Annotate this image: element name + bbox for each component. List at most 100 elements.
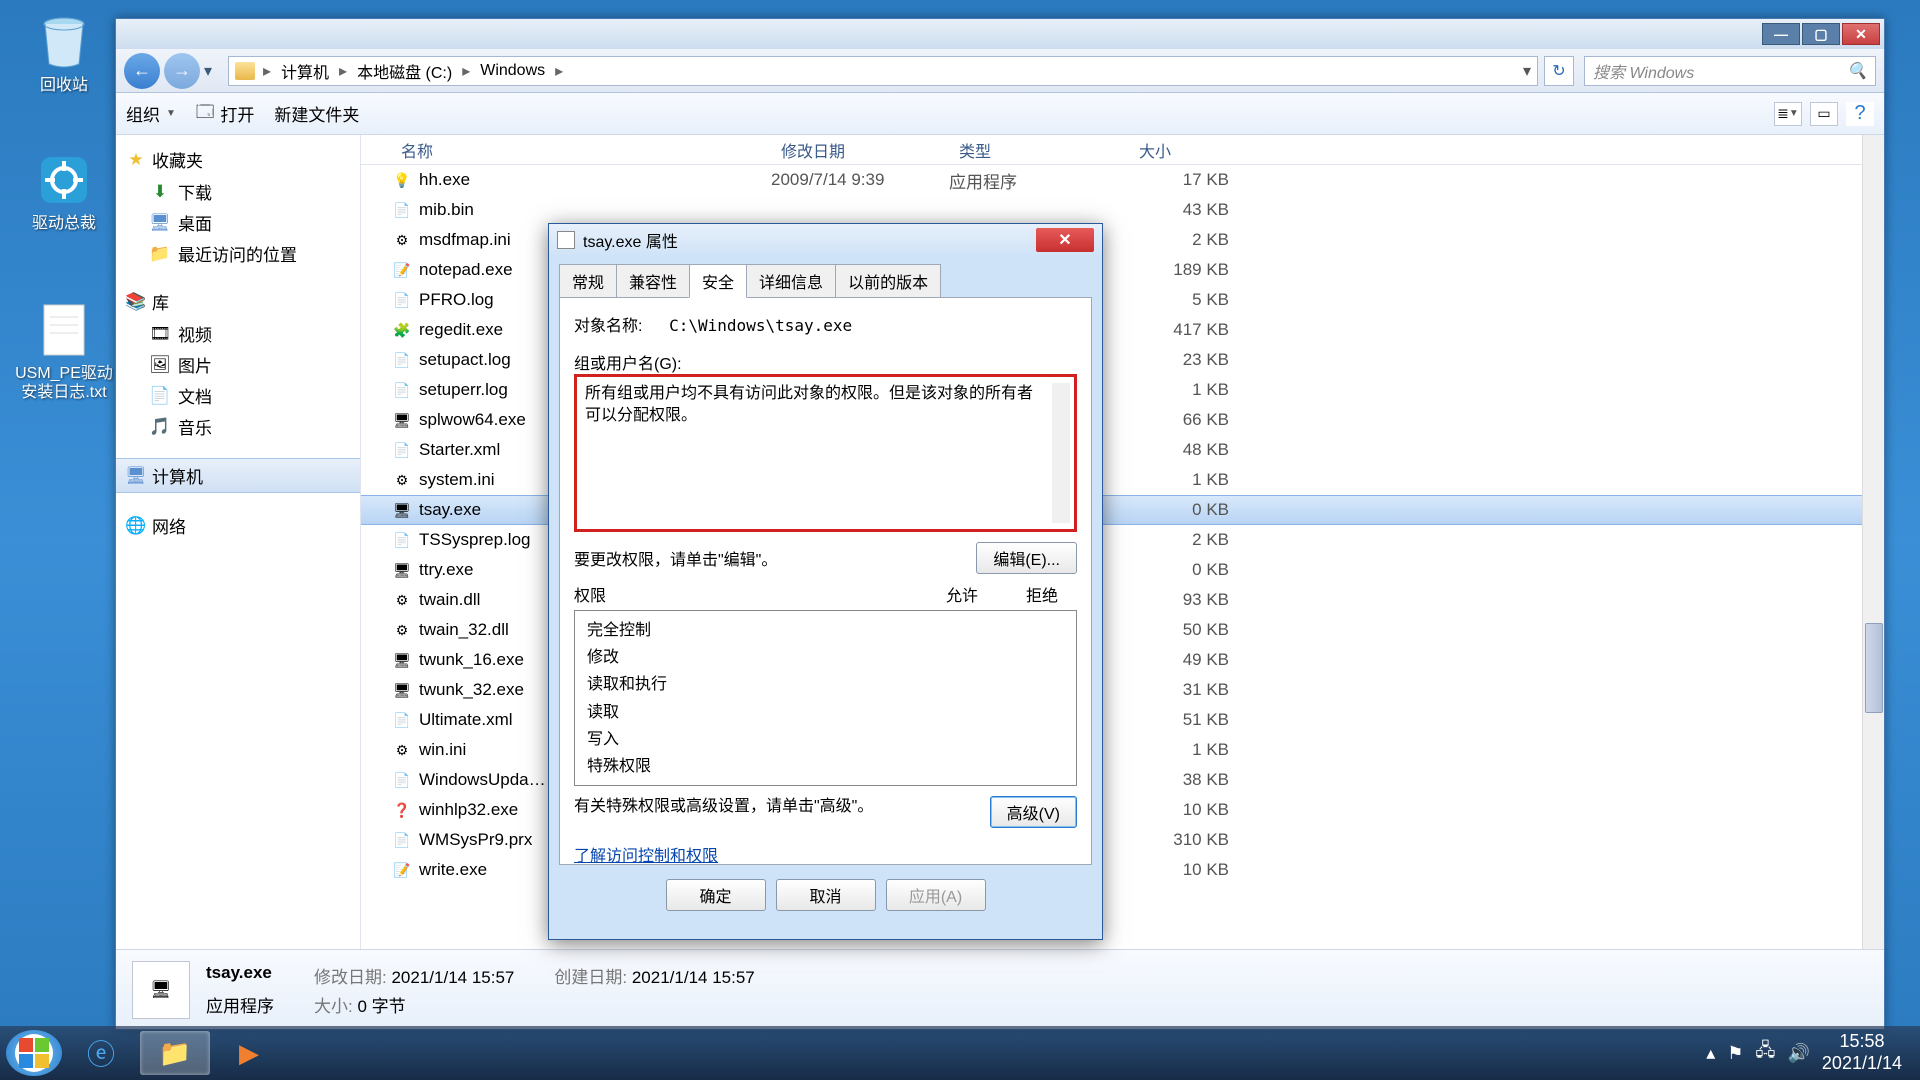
minimize-button[interactable]: — xyxy=(1762,23,1800,45)
sidebar-network[interactable]: 🌐网络 xyxy=(116,509,360,542)
cancel-button[interactable]: 取消 xyxy=(776,879,876,911)
help-button[interactable]: ? xyxy=(1846,102,1874,126)
desktop-icon-driver-app[interactable]: 驱动总裁 xyxy=(14,150,114,233)
file-icon: 📝 xyxy=(391,860,413,880)
file-name: system.ini xyxy=(419,470,495,490)
details-filetype: 应用程序 xyxy=(206,997,274,1016)
file-size: 51 KB xyxy=(1129,710,1229,730)
file-size: 66 KB xyxy=(1129,410,1229,430)
sidebar-item-documents[interactable]: 📄文档 xyxy=(116,380,360,411)
taskbar-item-ie[interactable]: ⓔ xyxy=(66,1031,136,1075)
tray-up-icon[interactable]: ▴ xyxy=(1706,1043,1715,1064)
action-center-icon[interactable]: ⚑ xyxy=(1727,1043,1743,1064)
clock[interactable]: 15:58 2021/1/14 xyxy=(1822,1031,1902,1074)
recycle-bin-icon xyxy=(34,12,94,72)
sidebar-item-videos[interactable]: 🎞视频 xyxy=(116,318,360,349)
file-size: 10 KB xyxy=(1129,800,1229,820)
sidebar-item-music[interactable]: 🎵音乐 xyxy=(116,411,360,442)
volume-icon[interactable]: 🔊 xyxy=(1788,1043,1810,1064)
sidebar-libraries[interactable]: 📚库 xyxy=(116,285,360,318)
file-name: WindowsUpda… xyxy=(419,770,546,790)
group-users-list[interactable]: 所有组或用户均不具有访问此对象的权限。但是该对象的所有者可以分配权限。 xyxy=(574,374,1077,532)
file-name: TSSysprep.log xyxy=(419,530,531,550)
edit-button[interactable]: 编辑(E)... xyxy=(976,542,1077,574)
tab-compat[interactable]: 兼容性 xyxy=(616,264,690,297)
col-date[interactable]: 修改日期 xyxy=(771,138,949,162)
permissions-header: 权限 允许 拒绝 xyxy=(574,582,1077,606)
network-tray-icon[interactable]: 🖧 xyxy=(1755,1038,1775,1068)
ok-button[interactable]: 确定 xyxy=(666,879,766,911)
scrollbar[interactable] xyxy=(1862,135,1884,949)
file-name: mib.bin xyxy=(419,200,474,220)
file-row[interactable]: 📄 mib.bin 43 KB xyxy=(361,195,1884,225)
search-input[interactable]: 搜索 Windows 🔍 xyxy=(1584,56,1876,86)
file-row[interactable]: 💡hh.exe2009/7/14 9:39应用程序17 KB xyxy=(361,165,1884,195)
apply-button[interactable]: 应用(A) xyxy=(886,879,986,911)
organize-menu[interactable]: 组织 ▼ xyxy=(126,101,176,126)
close-button[interactable]: ✕ xyxy=(1842,23,1880,45)
taskbar-item-media[interactable]: ▶ xyxy=(214,1031,284,1075)
system-tray: ▴ ⚑ 🖧 🔊 15:58 2021/1/14 xyxy=(1694,1031,1914,1074)
refresh-button[interactable]: ↻ xyxy=(1544,56,1574,86)
nav-back-button[interactable]: ← xyxy=(124,53,160,89)
tab-security[interactable]: 安全 xyxy=(689,264,747,298)
new-folder-button[interactable]: 新建文件夹 xyxy=(274,101,359,126)
scrollbar-thumb[interactable] xyxy=(1865,623,1883,713)
sidebar-favorites[interactable]: ★收藏夹 xyxy=(116,143,360,176)
object-name-row: 对象名称: C:\Windows\tsay.exe xyxy=(574,312,1077,336)
properties-dialog: tsay.exe 属性 ✕ 常规 兼容性 安全 详细信息 以前的版本 对象名称:… xyxy=(548,223,1103,940)
file-size: 31 KB xyxy=(1129,680,1229,700)
media-icon: ▶ xyxy=(239,1038,259,1069)
tab-details[interactable]: 详细信息 xyxy=(746,264,836,297)
dialog-titlebar[interactable]: tsay.exe 属性 ✕ xyxy=(549,224,1102,256)
view-mode-button[interactable]: ≣ ▼ xyxy=(1774,102,1802,126)
sidebar-item-recent[interactable]: 📁最近访问的位置 xyxy=(116,238,360,269)
file-name: ttry.exe xyxy=(419,560,473,580)
learn-link[interactable]: 了解访问控制和权限 xyxy=(574,848,718,865)
col-size[interactable]: 大小 xyxy=(1129,138,1229,162)
file-size: 38 KB xyxy=(1129,770,1229,790)
permissions-list[interactable]: 完全控制 修改 读取和执行 读取 写入 特殊权限 xyxy=(574,610,1077,786)
breadcrumb-dropdown[interactable]: ▾ xyxy=(1523,61,1531,81)
file-name: notepad.exe xyxy=(419,260,513,280)
file-icon: 📄 xyxy=(391,380,413,400)
nav-forward-button[interactable]: → xyxy=(164,53,200,89)
breadcrumb-seg-computer[interactable]: 计算机 xyxy=(275,57,335,85)
file-icon: 🖥 xyxy=(391,410,413,430)
file-size: 43 KB xyxy=(1129,200,1229,220)
preview-pane-button[interactable]: ▭ xyxy=(1810,102,1838,126)
breadcrumb-seg-folder[interactable]: Windows xyxy=(474,60,551,82)
file-icon: 🖥 xyxy=(391,650,413,670)
group-message: 所有组或用户均不具有访问此对象的权限。但是该对象的所有者可以分配权限。 xyxy=(585,383,1066,428)
open-button[interactable]: 🗔打开 xyxy=(196,99,254,128)
ie-icon: ⓔ xyxy=(87,1033,115,1073)
start-button[interactable] xyxy=(6,1030,62,1076)
dialog-close-button[interactable]: ✕ xyxy=(1036,228,1094,252)
desktop-icon-recycle-bin[interactable]: 回收站 xyxy=(14,12,114,95)
sidebar-computer[interactable]: 🖥计算机 xyxy=(116,458,360,493)
file-icon: 📄 xyxy=(391,830,413,850)
perm-readexec: 读取和执行 xyxy=(587,671,1064,698)
advanced-button[interactable]: 高级(V) xyxy=(990,796,1077,828)
breadcrumb[interactable]: ▸ 计算机 ▸ 本地磁盘 (C:) ▸ Windows ▸ ▾ xyxy=(228,56,1538,86)
file-name: setuperr.log xyxy=(419,380,508,400)
file-name: twunk_16.exe xyxy=(419,650,524,670)
sidebar-item-desktop[interactable]: 🖥桌面 xyxy=(116,207,360,238)
sidebar-item-pictures[interactable]: 🖼图片 xyxy=(116,349,360,380)
col-name[interactable]: 名称 xyxy=(391,138,771,162)
col-type[interactable]: 类型 xyxy=(949,138,1129,162)
desktop-icon-txt[interactable]: USM_PE驱动 安装日志.txt xyxy=(14,300,114,402)
sidebar-item-downloads[interactable]: ⬇下载 xyxy=(116,176,360,207)
tab-previous[interactable]: 以前的版本 xyxy=(835,264,941,297)
file-size: 1 KB xyxy=(1129,740,1229,760)
file-name: write.exe xyxy=(419,860,487,880)
list-scrollbar[interactable] xyxy=(1052,383,1070,523)
perm-modify: 修改 xyxy=(587,644,1064,671)
maximize-button[interactable]: ▢ xyxy=(1802,23,1840,45)
tab-general[interactable]: 常规 xyxy=(559,264,617,297)
file-icon: 📄 xyxy=(391,200,413,220)
breadcrumb-seg-drive[interactable]: 本地磁盘 (C:) xyxy=(351,57,458,85)
nav-history-dropdown[interactable]: ▾ xyxy=(204,61,220,81)
advanced-hint: 有关特殊权限或高级设置，请单击"高级"。 xyxy=(574,796,990,818)
taskbar-item-explorer[interactable]: 📁 xyxy=(140,1031,210,1075)
